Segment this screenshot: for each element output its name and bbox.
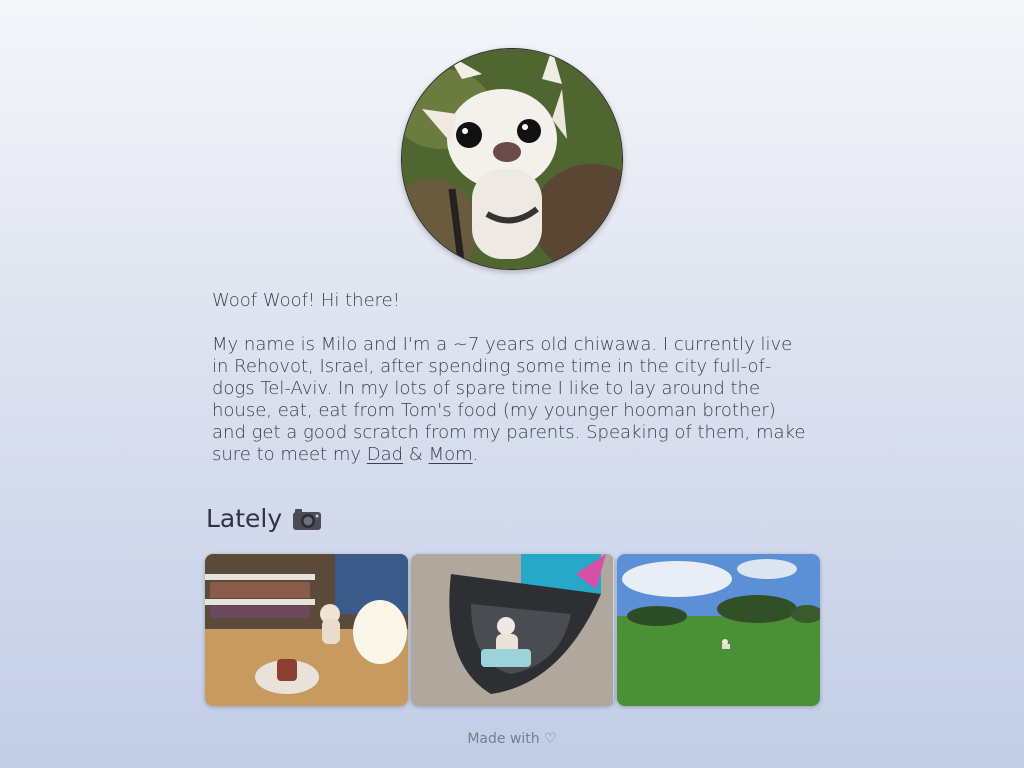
intro-section: Woof Woof! Hi there! My name is Milo and… xyxy=(212,290,812,488)
greeting-text: Woof Woof! Hi there! xyxy=(212,290,400,311)
lately-title: Lately xyxy=(206,504,283,533)
gallery-photo-home[interactable] xyxy=(205,554,408,706)
bio-text: My name is Milo and I'm a ~7 years old c… xyxy=(212,334,812,466)
dad-link[interactable]: Dad xyxy=(367,444,403,465)
camera-icon xyxy=(292,507,322,531)
gallery-photo-stroller[interactable] xyxy=(411,554,614,706)
bio-body: My name is Milo and I'm a ~7 years old c… xyxy=(212,334,806,465)
photo-gallery xyxy=(205,554,820,706)
lately-heading: Lately xyxy=(206,504,322,533)
dog-portrait-image xyxy=(402,49,622,269)
footer-text: Made with ♡ xyxy=(467,731,557,747)
period-text: . xyxy=(472,444,479,465)
gallery-photo-park[interactable] xyxy=(617,554,820,706)
mom-link[interactable]: Mom xyxy=(429,444,473,465)
ampersand-text: & xyxy=(403,444,429,465)
profile-avatar xyxy=(401,48,623,270)
